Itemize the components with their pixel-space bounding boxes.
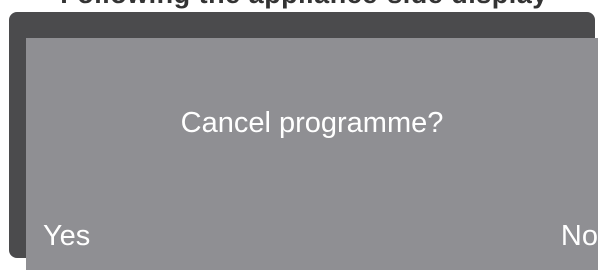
yes-softkey[interactable]: Yes	[43, 220, 90, 253]
cancel-programme-prompt: Cancel programme?	[180, 107, 444, 139]
device-display-bezel: Cancel programme? Yes No	[9, 12, 598, 270]
no-softkey[interactable]: No	[561, 220, 598, 253]
cropped-caption-text: Following the appliance-side display	[0, 0, 608, 10]
display-panel: Cancel programme? Yes No	[26, 38, 598, 270]
cropped-caption: Following the appliance-side display	[0, 0, 608, 12]
